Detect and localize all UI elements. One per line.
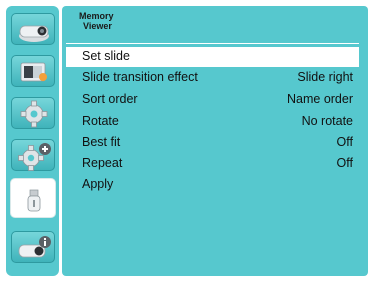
menu-item-label: Slide transition effect bbox=[82, 70, 198, 84]
menu-item-label: Sort order bbox=[82, 92, 138, 106]
sidebar-item-memory-viewer[interactable] bbox=[10, 178, 56, 218]
menu-item-rotate[interactable]: Rotate No rotate bbox=[66, 112, 359, 132]
header-divider bbox=[66, 43, 359, 44]
gear-icon bbox=[20, 100, 48, 128]
breadcrumb: Memory Viewer bbox=[79, 11, 114, 31]
menu-item-value: Slide right bbox=[297, 70, 353, 84]
sidebar-item-expanded[interactable] bbox=[11, 139, 55, 171]
sidebar-item-info[interactable] bbox=[11, 231, 55, 263]
menu-item-label: Rotate bbox=[82, 114, 119, 128]
projector-icon bbox=[19, 25, 49, 42]
menu-item-label: Repeat bbox=[82, 156, 123, 170]
menu-item-apply[interactable]: Apply bbox=[66, 175, 359, 195]
menu-item-repeat[interactable]: Repeat Off bbox=[66, 154, 359, 174]
gear-plus-icon bbox=[18, 143, 51, 171]
menu-item-set-slide[interactable]: Set slide bbox=[66, 47, 359, 67]
menu-item-label: Apply bbox=[82, 177, 114, 191]
sidebar-item-display[interactable] bbox=[11, 13, 55, 45]
menu-item-value: No rotate bbox=[301, 114, 353, 128]
projector-info-icon bbox=[18, 236, 51, 258]
picture-adjust-icon bbox=[20, 62, 47, 82]
menu-item-value: Off bbox=[336, 156, 353, 170]
menu-item-label: Best fit bbox=[82, 135, 121, 149]
sidebar-item-setting[interactable] bbox=[11, 97, 55, 129]
menu-item-value: Off bbox=[336, 135, 353, 149]
sidebar-item-image[interactable] bbox=[11, 55, 55, 87]
menu-item-best-fit[interactable]: Best fit Off bbox=[66, 133, 359, 153]
breadcrumb-line-2: Viewer bbox=[83, 21, 112, 31]
menu-item-label: Set slide bbox=[82, 49, 130, 63]
projector-osd-menu: Memory Viewer Set slide Slide transition… bbox=[0, 0, 369, 281]
menu-item-slide-transition-effect[interactable]: Slide transition effect Slide right bbox=[66, 68, 359, 88]
category-sidebar bbox=[6, 6, 59, 276]
menu-item-value: Name order bbox=[287, 92, 353, 106]
breadcrumb-line-1: Memory bbox=[79, 11, 114, 21]
memory-viewer-panel: Memory Viewer Set slide Slide transition… bbox=[62, 6, 368, 276]
usb-drive-icon bbox=[27, 189, 41, 212]
menu-item-sort-order[interactable]: Sort order Name order bbox=[66, 90, 359, 110]
